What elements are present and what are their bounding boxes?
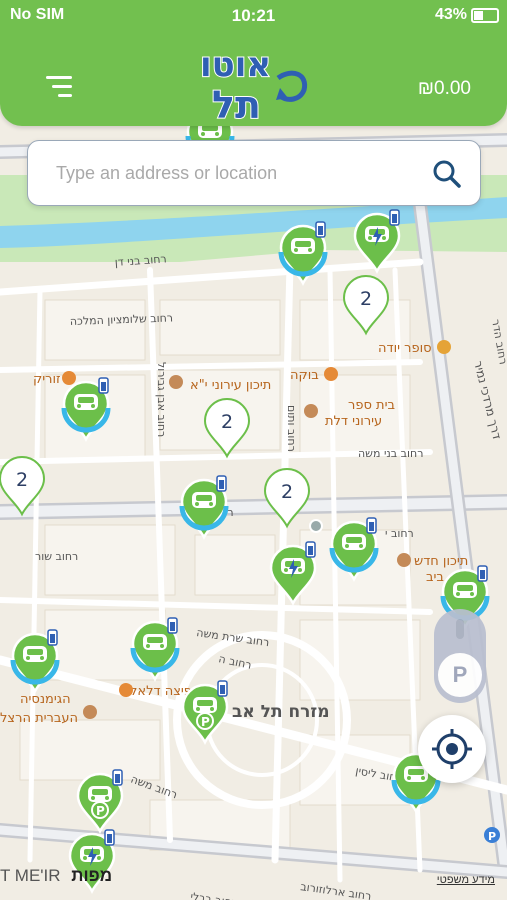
cluster-count: 2 — [281, 481, 293, 503]
street-label: רחוב בני משה — [358, 447, 423, 460]
poi-label: תיכון חדש — [414, 554, 468, 569]
poi-label: בוקה — [290, 368, 319, 383]
menu-line — [58, 94, 72, 97]
poi-label: בית ספר — [348, 398, 395, 413]
logo-text: תל — [212, 83, 261, 126]
car-icon — [23, 646, 47, 662]
menu-line — [46, 76, 72, 79]
menu-line — [52, 85, 72, 88]
attribution-text: T ME'IR — [0, 866, 61, 885]
maps-brand: מפות — [71, 866, 113, 885]
school-icon — [304, 404, 318, 418]
poi-label: העברית הרצל — [0, 711, 78, 726]
my-location-button[interactable] — [418, 715, 486, 783]
cluster-count: 2 — [360, 288, 372, 310]
cluster-count: 2 — [16, 469, 28, 491]
wallet-balance[interactable]: ₪0.00 — [418, 78, 471, 100]
search-icon[interactable] — [432, 159, 462, 189]
station-dot — [309, 519, 323, 533]
layer-panel: P — [434, 609, 486, 703]
school-icon — [83, 705, 97, 719]
svg-text:P: P — [488, 830, 496, 843]
cafe-icon — [324, 367, 338, 381]
battery-percent: 43% — [434, 6, 467, 23]
poi-label: ביב — [426, 570, 444, 585]
street-label: רחוב אבן גבירול — [155, 362, 168, 437]
poi-label: זוריק — [33, 372, 61, 387]
car-icon — [193, 697, 217, 713]
poi-label: סופר יודה — [378, 341, 432, 356]
car-icon — [192, 492, 216, 508]
street-label: רחוב י — [385, 527, 414, 540]
clock: 10:21 — [231, 6, 276, 25]
car-icon — [291, 238, 315, 254]
poi-label: עירוני דלת — [325, 414, 382, 429]
status-bar: No SIM 10:21 43% — [0, 0, 507, 30]
street-label: רחוב ותום — [285, 405, 298, 452]
search-bar — [27, 140, 481, 206]
shopping-cart-icon — [437, 340, 451, 354]
cafe-icon — [62, 371, 76, 385]
car-icon — [453, 582, 477, 598]
poi-label: תיכון עירוני י"א — [190, 378, 271, 393]
poi-label: הגימנסיה — [20, 692, 71, 707]
parking-letter: P — [201, 715, 210, 729]
parking-filter-button[interactable]: P — [438, 653, 482, 697]
street-label: רחוב שור — [35, 550, 78, 563]
crosshair-icon — [432, 729, 472, 769]
school-icon — [169, 375, 183, 389]
cluster-count: 2 — [221, 411, 233, 433]
logo-text: אוטו — [200, 45, 271, 85]
battery-icon — [471, 8, 499, 23]
cafe-icon — [119, 683, 133, 697]
hamburger-menu-button[interactable] — [46, 76, 72, 98]
legal-link[interactable]: מידע משפטי — [437, 874, 495, 886]
car-icon — [342, 534, 366, 550]
car-icon — [88, 786, 112, 802]
auto-tel-logo: אוטו תל — [199, 44, 308, 126]
poi-label: פיצה דלאל — [130, 684, 192, 699]
school-icon — [397, 553, 411, 567]
drag-handle[interactable] — [456, 619, 464, 639]
map-attribution: T ME'IR מפות — [0, 866, 112, 886]
car-icon — [74, 394, 98, 410]
address-search-input[interactable] — [54, 155, 418, 191]
area-label: מזרח תל אב — [232, 702, 330, 722]
car-icon — [143, 634, 167, 650]
parking-letter: P — [96, 804, 105, 818]
